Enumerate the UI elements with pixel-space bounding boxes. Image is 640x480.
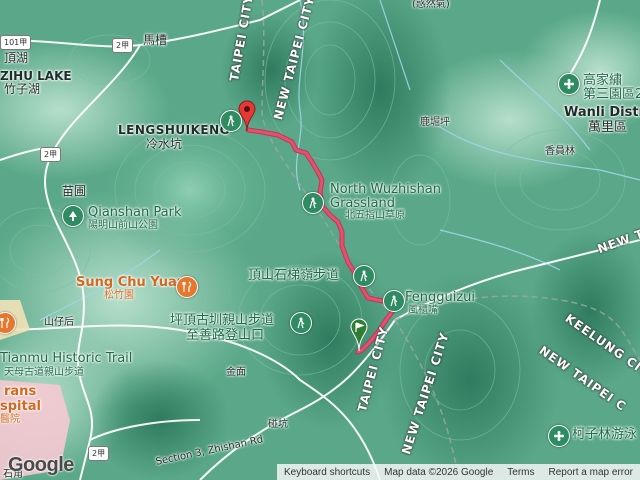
- hiking-icon[interactable]: [290, 312, 312, 334]
- label-trans-1: rans: [4, 384, 37, 399]
- label-miaopu: 苗圃: [62, 184, 87, 198]
- hiking-icon[interactable]: [383, 290, 405, 312]
- label-zhizi-lake-zh: 竹子湖: [4, 82, 41, 96]
- tree-icon[interactable]: [62, 205, 84, 227]
- attribution-footer: Keyboard shortcuts Map data ©2026 Google…: [0, 464, 640, 480]
- label-qianshan-park-zh: 陽明山前山公園: [88, 220, 158, 231]
- report-error-link[interactable]: Report a map error: [542, 467, 640, 478]
- label-wanli-en: Wanli Distric: [564, 105, 640, 120]
- fork-knife-icon[interactable]: [176, 276, 198, 298]
- label-pingding-1: 坪頂古圳親山步道: [170, 313, 275, 328]
- flag-marker-icon[interactable]: [350, 318, 368, 352]
- terms-link[interactable]: Terms: [500, 467, 541, 478]
- road-shield-2-mid: 2甲: [40, 147, 62, 162]
- label-fengguizui-en: Fengguizui: [405, 290, 476, 305]
- red-pin-marker-icon[interactable]: [238, 100, 256, 132]
- top-right-label: (惑然氣): [412, 0, 450, 10]
- label-north-wuzhishan-zh: 北五指山草原: [345, 210, 405, 221]
- label-trans-3: 醫院: [0, 414, 20, 425]
- label-lengshuikeng-zh: 冷水坑: [146, 137, 183, 151]
- label-gaojia-2: 第三園區2: [583, 87, 640, 102]
- hiking-icon[interactable]: [302, 192, 324, 214]
- flower-icon[interactable]: [558, 73, 580, 95]
- label-shanzihou: 山仔后: [44, 317, 74, 328]
- label-xiangyuanlin: 香員林: [545, 146, 575, 157]
- label-luku-ping: 鹿堀坪: [420, 117, 450, 128]
- label-qianshan-park-en: Qianshan Park: [88, 205, 182, 220]
- map-view[interactable]: (惑然氣) 馬槽 頂湖 ZIHU LAKE 竹子湖 LENGSHUIKENG 冷…: [0, 0, 640, 480]
- label-trans-2: spital: [0, 399, 41, 414]
- keyboard-shortcuts-link[interactable]: Keyboard shortcuts: [277, 467, 377, 478]
- label-gaojia-1: 高家繡: [583, 73, 623, 88]
- label-north-wuzhishan-en-2: Grassland: [330, 196, 395, 211]
- label-zhizi-lake-en: ZIHU LAKE: [0, 69, 72, 83]
- label-lengshuikeng-en: LENGSHUIKENG: [118, 123, 231, 137]
- label-sung-chu-yuan-zh: 松竹園: [104, 290, 134, 301]
- terrain-base: [0, 0, 640, 480]
- label-pingding-2: 至善路登山口: [186, 328, 265, 343]
- road-shield-2-bottom: 2甲: [88, 446, 110, 461]
- flower-icon[interactable]: [548, 425, 570, 447]
- label-sung-chu-yuan-en: Sung Chu Yuan: [76, 275, 187, 290]
- label-mazao: 馬槽: [143, 33, 168, 47]
- label-north-wuzhishan-en-1: North Wuzhishan: [330, 182, 442, 197]
- label-bikeng: 碰坑: [268, 419, 288, 430]
- label-dinghu: 頂湖: [4, 51, 29, 65]
- hiking-icon[interactable]: [353, 265, 375, 287]
- road-shield-2-top: 2甲: [112, 38, 134, 53]
- label-jinmian: 金面: [226, 367, 246, 378]
- road-shield-101: 101甲: [0, 35, 32, 50]
- label-tianmu-en: Tianmu Historic Trail: [0, 351, 133, 366]
- label-dingshan-trail: 頂山石梯嶺步道: [248, 268, 340, 283]
- label-kezilin: 柯子林游泳: [572, 427, 638, 442]
- label-wanli-zh: 萬里區: [588, 120, 628, 135]
- attribution-bar: Keyboard shortcuts Map data ©2026 Google…: [276, 464, 640, 480]
- label-tianmu-zh: 天母古道親山步道: [4, 367, 84, 378]
- map-data-text: Map data ©2026 Google: [384, 466, 494, 478]
- label-fengguizui-zh: 風櫃嘴: [408, 305, 438, 316]
